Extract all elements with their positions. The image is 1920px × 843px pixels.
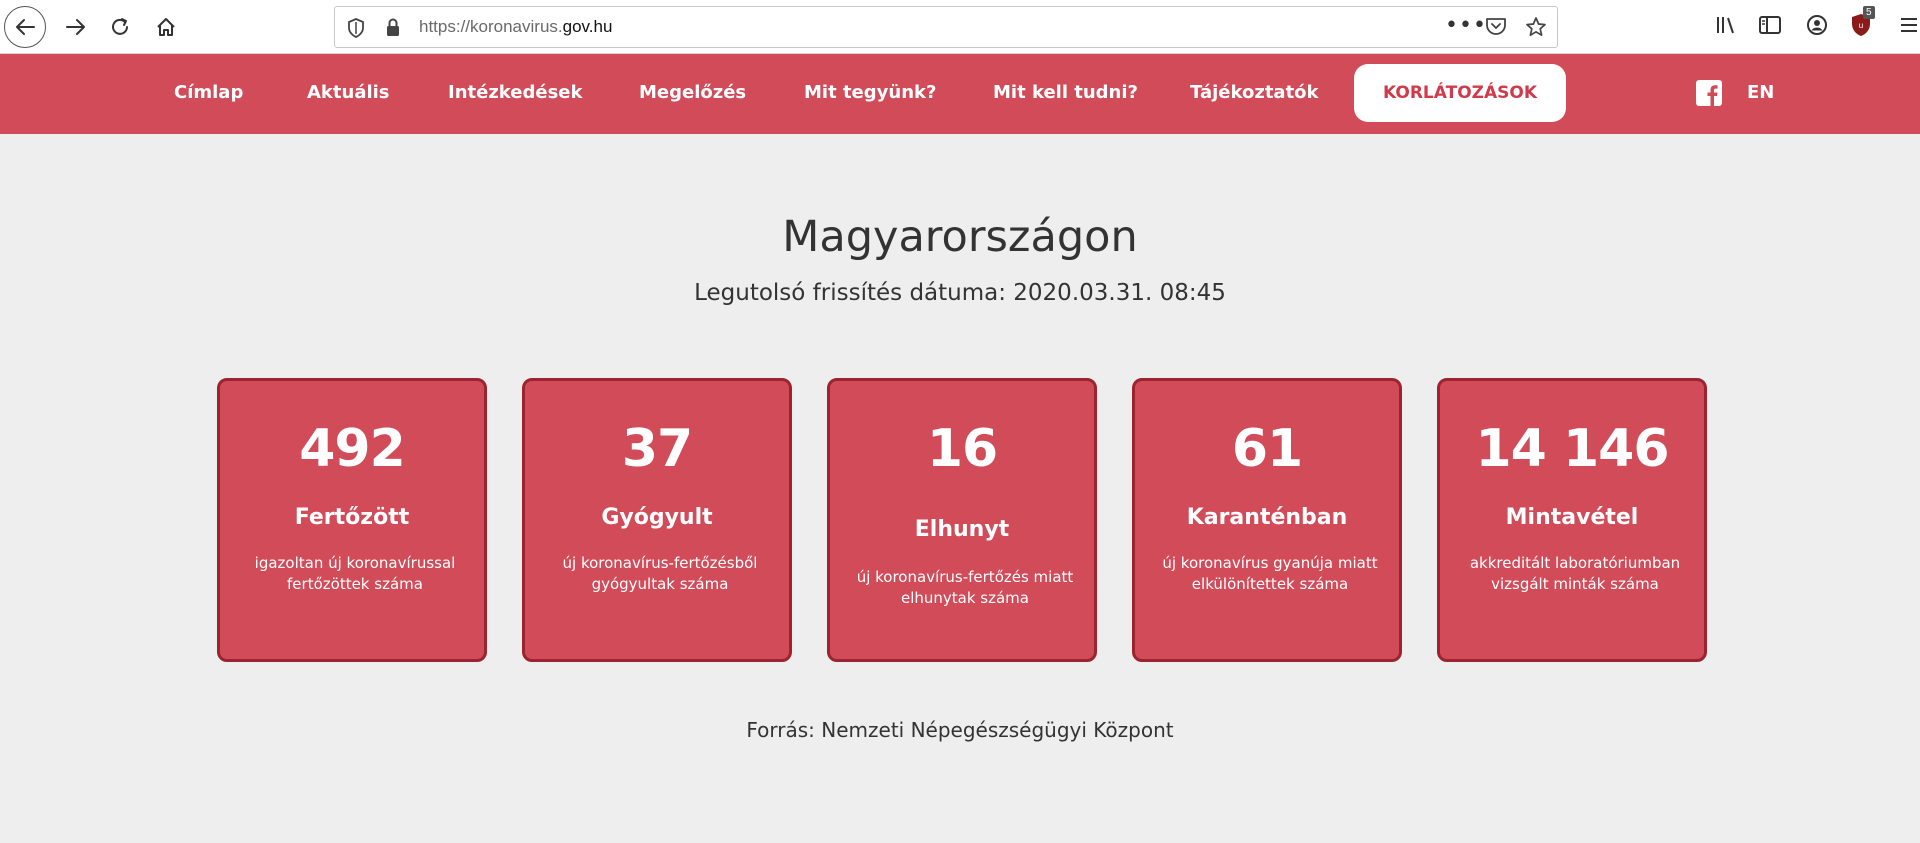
stat-card-fertozott: 492 Fertőzött igazoltan új koronavírussa… [217,378,487,662]
browser-toolbar: https://koronavirus.gov.hu ••• u 5 [0,0,1920,54]
forward-button[interactable] [56,7,96,47]
stat-label: Mintavétel [1505,505,1639,530]
url-host: gov.hu [562,17,613,36]
stat-number: 14 146 [1475,419,1669,479]
facebook-icon[interactable] [1696,80,1722,110]
home-icon [155,16,177,38]
nav-item-tajekoztatok[interactable]: Tájékoztatók [1190,82,1319,103]
arrow-right-icon [65,16,87,38]
home-button[interactable] [146,7,186,47]
stat-label: Gyógyult [601,505,713,530]
nav-item-megelozes[interactable]: Megelőzés [639,82,746,103]
stat-card-mintavetel: 14 146 Mintavétel akkreditált laboratóri… [1437,378,1707,662]
stat-number: 16 [926,419,998,479]
url-text[interactable]: https://koronavirus.gov.hu [419,17,612,37]
site-navbar: Címlap Aktuális Intézkedések Megelőzés M… [0,54,1920,134]
star-icon[interactable] [1525,16,1547,42]
ublock-badge: 5 [1863,6,1875,19]
library-icon[interactable] [1715,14,1739,40]
stat-description: új koronavírus gyanúja miatt elkülönítet… [1162,554,1378,593]
stat-description: új koronavírus-fertőzésből gyógyultak sz… [562,554,758,593]
sidebar-icon[interactable] [1758,14,1782,40]
page-title: Magyarországon [782,212,1138,262]
lock-icon[interactable] [385,17,401,41]
page-actions-button[interactable]: ••• [1445,13,1487,38]
stat-card-gyogyult: 37 Gyógyult új koronavírus-fertőzésből g… [522,378,792,662]
stat-description: új koronavírus-fertőzés miatt elhunytak … [856,568,1074,607]
url-scheme: https://koronavirus. [419,17,563,36]
hamburger-menu-icon[interactable] [1898,14,1920,40]
stat-label: Fertőzött [294,505,410,530]
pocket-icon[interactable] [1485,17,1507,41]
nav-item-korlatozasok-button[interactable]: KORLÁTOZÁSOK [1354,64,1566,122]
nav-item-aktualis[interactable]: Aktuális [307,82,390,103]
last-update-date: Legutolsó frissítés dátuma: 2020.03.31. … [694,280,1226,306]
reload-button[interactable] [100,7,140,47]
data-source: Forrás: Nemzeti Népegészségügyi Központ [746,718,1174,742]
language-switch-en[interactable]: EN [1747,82,1774,103]
back-button[interactable] [4,6,46,48]
stat-description: igazoltan új koronavírussal fertőzöttek … [254,554,456,593]
nav-item-intezkedesek[interactable]: Intézkedések [448,82,582,103]
stat-card-elhunyt: 16 Elhunyt új koronavírus-fertőzés miatt… [827,378,1097,662]
stat-description: akkreditált laboratóriumban vizsgált min… [1469,554,1681,593]
arrow-left-icon [14,16,36,38]
stat-number: 492 [299,419,406,479]
nav-item-cimlap[interactable]: Címlap [174,82,243,103]
stat-label: Elhunyt [914,517,1010,542]
reload-icon [109,16,131,38]
svg-text:u: u [1859,21,1863,30]
shield-icon[interactable] [347,18,365,42]
nav-item-mit-kell-tudni[interactable]: Mit kell tudni? [993,82,1138,103]
account-icon[interactable] [1806,14,1828,40]
stat-number: 61 [1231,419,1303,479]
url-bar[interactable]: https://koronavirus.gov.hu ••• [334,6,1558,48]
stat-card-karantenban: 61 Karanténban új koronavírus gyanúja mi… [1132,378,1402,662]
nav-item-mit-tegyunk[interactable]: Mit tegyünk? [804,82,936,103]
stat-number: 37 [621,419,693,479]
stat-label: Karanténban [1186,505,1348,530]
